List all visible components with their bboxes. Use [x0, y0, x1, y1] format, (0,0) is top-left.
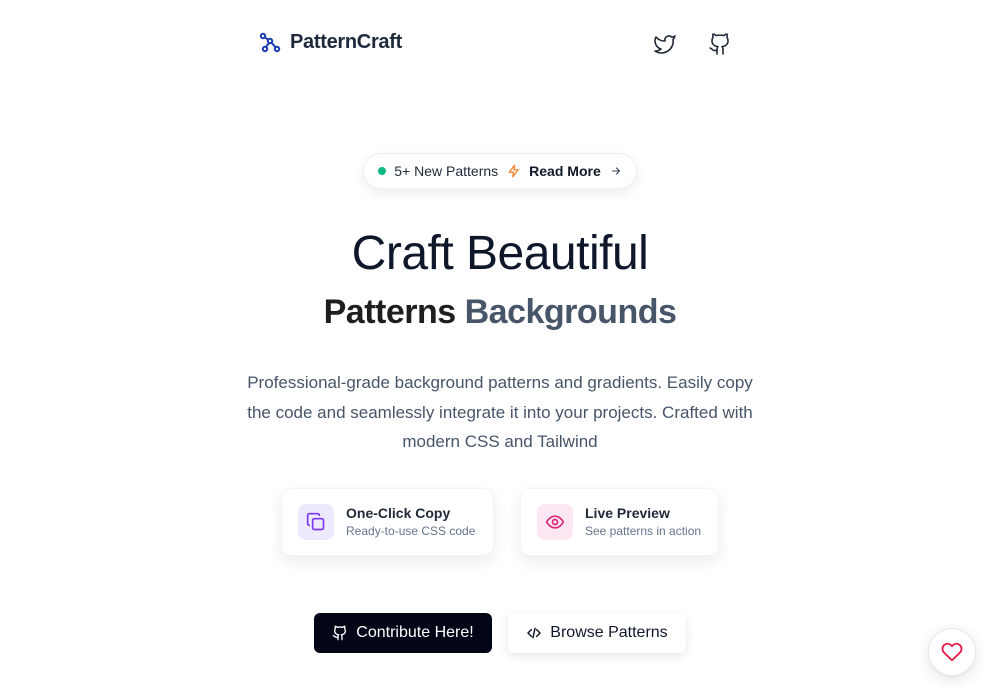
announcement-pill[interactable]: 5+ New Patterns Read More: [363, 153, 637, 189]
github-icon: [709, 33, 729, 55]
brand-logo[interactable]: PatternCraft: [258, 30, 402, 54]
heart-icon: [941, 642, 963, 662]
feature-text: Ready-to-use CSS code: [346, 524, 476, 538]
code-icon: [527, 627, 542, 639]
eye-icon: [545, 515, 565, 529]
rotating-word-next: Backgrounds: [464, 293, 677, 331]
feature-title: One-Click Copy: [346, 505, 451, 521]
copy-icon-badge: [298, 504, 334, 540]
nodes-icon: [259, 32, 281, 53]
landing-page: PatternCraft 5+ New Patterns Read More C…: [0, 0, 1000, 700]
contribute-label: Contribute Here!: [356, 624, 474, 641]
hero-subtitle: Patterns Backgrounds: [0, 292, 1000, 332]
status-dot: [378, 167, 387, 175]
feature-card-preview: Live Preview See patterns in action: [520, 488, 719, 556]
feature-title: Live Preview: [585, 505, 670, 521]
browse-patterns-button[interactable]: Browse Patterns: [508, 613, 686, 653]
github-icon: [332, 625, 347, 641]
rotating-word-current: Patterns: [323, 293, 457, 331]
read-more-link[interactable]: Read More: [529, 163, 601, 179]
eye-icon-badge: [537, 504, 573, 540]
announcement-badge-text: 5+ New Patterns: [394, 163, 499, 179]
twitter-link[interactable]: [651, 30, 679, 58]
favorite-button[interactable]: [928, 628, 976, 676]
feature-text: See patterns in action: [585, 524, 702, 538]
sparkle-icon: [508, 164, 519, 178]
feature-card-copy: One-Click Copy Ready-to-use CSS code: [281, 488, 494, 556]
brand-name: PatternCraft: [290, 30, 402, 53]
contribute-button[interactable]: Contribute Here!: [314, 613, 492, 653]
browse-label: Browse Patterns: [550, 624, 668, 641]
twitter-icon: [654, 35, 676, 54]
arrow-right-icon: [611, 167, 620, 175]
github-link[interactable]: [706, 30, 734, 58]
copy-icon: [306, 512, 325, 531]
hero-description: Professional-grade background patterns a…: [247, 373, 753, 451]
hero-title: Craft Beautiful: [351, 227, 649, 280]
